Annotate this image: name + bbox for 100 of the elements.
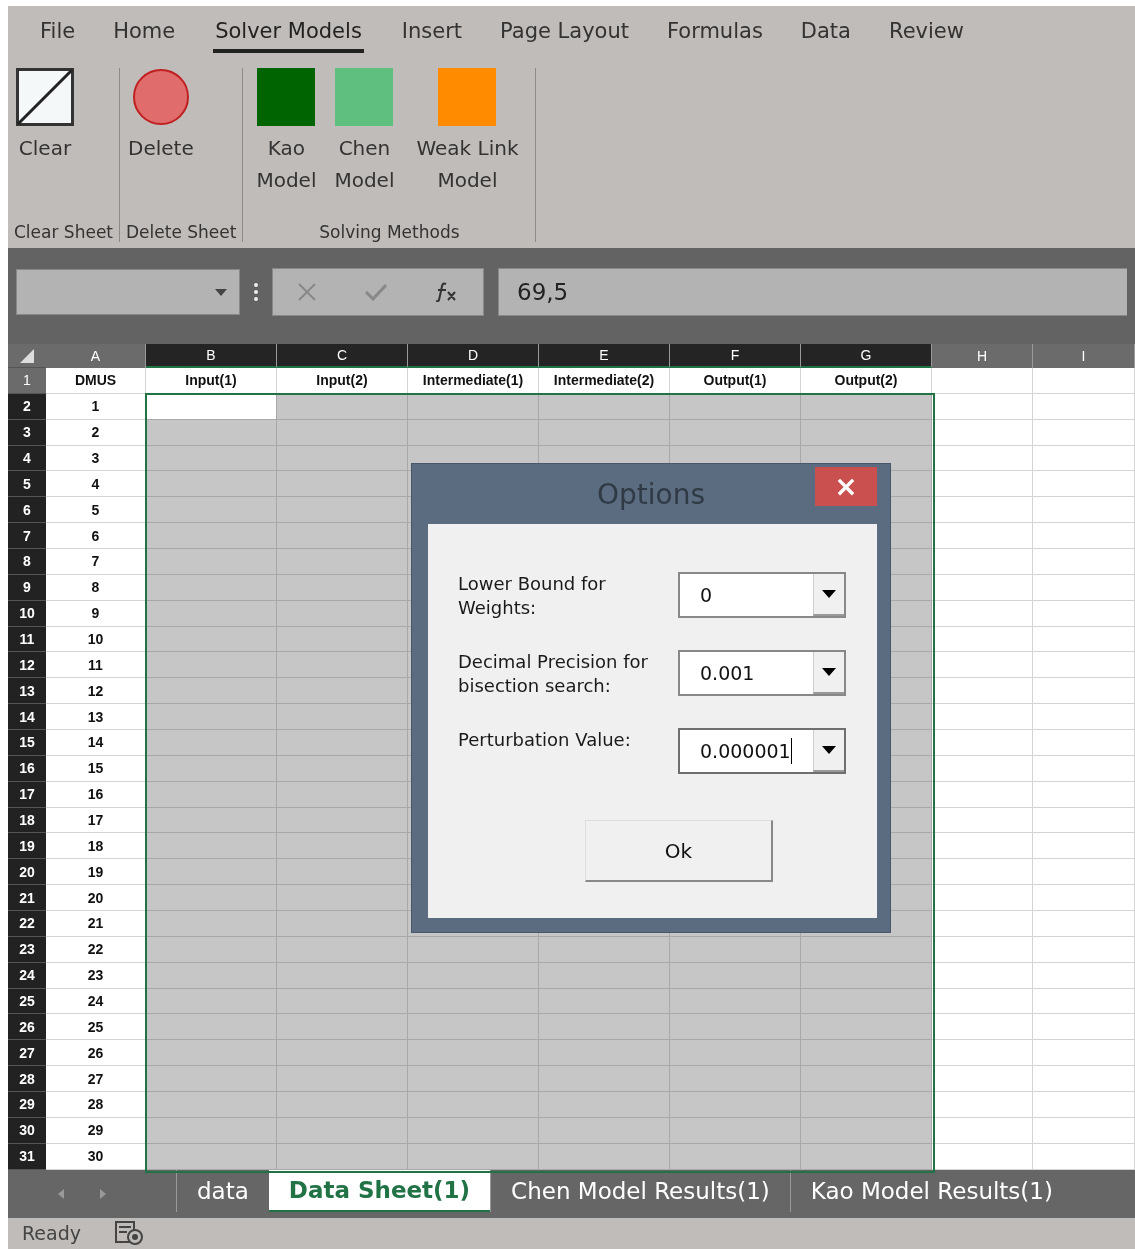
row-header[interactable]: 7 bbox=[8, 523, 46, 549]
sheet-tab[interactable]: Chen Model Results(1) bbox=[490, 1169, 790, 1212]
diagonal-box-icon bbox=[16, 68, 74, 126]
combo-field[interactable]: 0.001 bbox=[678, 650, 846, 696]
row-header[interactable]: 4 bbox=[8, 445, 46, 472]
row-header[interactable]: 15 bbox=[8, 730, 46, 756]
row-header[interactable]: 5 bbox=[8, 471, 46, 498]
dropdown-icon[interactable] bbox=[822, 590, 836, 598]
table-cell: 10 bbox=[46, 626, 146, 653]
row-header[interactable]: 30 bbox=[8, 1117, 46, 1144]
table-cell: 6 bbox=[46, 523, 146, 549]
field-label: Decimal Precision for bisection search: bbox=[458, 650, 649, 698]
group-label: Delete Sheet bbox=[125, 222, 238, 242]
row-header[interactable]: 26 bbox=[8, 1014, 46, 1041]
column-header[interactable]: I bbox=[1033, 344, 1135, 368]
row-header[interactable]: 1 bbox=[8, 368, 46, 394]
row-header[interactable]: 8 bbox=[8, 549, 46, 575]
dialog-title: Options bbox=[595, 478, 706, 511]
ok-button[interactable]: Ok bbox=[585, 820, 773, 882]
check-icon[interactable] bbox=[365, 283, 387, 301]
ribbon-tab[interactable]: Page Layout bbox=[484, 13, 651, 53]
row-header[interactable]: 16 bbox=[8, 755, 46, 782]
select-all-icon[interactable] bbox=[20, 348, 34, 363]
table-cell: Input(2) bbox=[277, 368, 408, 394]
row-header[interactable]: 25 bbox=[8, 988, 46, 1015]
more-options-icon[interactable] bbox=[254, 282, 258, 302]
row-header[interactable]: 28 bbox=[8, 1066, 46, 1093]
ribbon-tab[interactable]: Insert bbox=[385, 13, 485, 53]
table-cell: 23 bbox=[46, 962, 146, 989]
table-cell: 19 bbox=[46, 859, 146, 886]
table-cell: 22 bbox=[46, 936, 146, 963]
row-header[interactable]: 13 bbox=[8, 678, 46, 705]
table-cell: 8 bbox=[46, 574, 146, 601]
row-header[interactable]: 10 bbox=[8, 600, 46, 627]
ribbon-tab[interactable]: Formulas bbox=[650, 13, 785, 53]
row-header[interactable]: 31 bbox=[8, 1143, 46, 1170]
table-cell: Intermediate(1) bbox=[408, 368, 539, 394]
row-header[interactable]: 21 bbox=[8, 885, 46, 912]
row-header[interactable]: 12 bbox=[8, 652, 46, 679]
table-cell: 29 bbox=[46, 1117, 146, 1144]
combo-field[interactable]: 0 bbox=[678, 572, 846, 618]
column-header[interactable]: A bbox=[46, 344, 146, 368]
ribbon-tab[interactable]: Review bbox=[873, 13, 986, 53]
row-header[interactable]: 9 bbox=[8, 574, 46, 601]
sheet-tab[interactable]: Kao Model Results(1) bbox=[789, 1169, 1073, 1212]
row-header[interactable]: 18 bbox=[8, 807, 46, 834]
group-label: Solving Methods bbox=[318, 222, 461, 242]
macro-recording-icon[interactable] bbox=[115, 1221, 143, 1246]
row-header[interactable]: 29 bbox=[8, 1092, 46, 1118]
ribbon-button[interactable]: Weak Link Model bbox=[403, 68, 532, 222]
row-header[interactable]: 2 bbox=[8, 393, 46, 420]
ribbon-tab[interactable]: File bbox=[24, 13, 98, 53]
row-header[interactable]: 23 bbox=[8, 936, 46, 963]
row-header[interactable]: 20 bbox=[8, 859, 46, 886]
row-header[interactable]: 14 bbox=[8, 704, 46, 731]
function-icon[interactable] bbox=[436, 282, 459, 302]
field-label: Perturbation Value: bbox=[458, 728, 632, 752]
row-header[interactable]: 17 bbox=[8, 781, 46, 808]
formula-field[interactable]: 69,5 bbox=[498, 268, 1127, 316]
row-header[interactable]: 3 bbox=[8, 419, 46, 446]
ribbon-tab[interactable]: Data bbox=[784, 13, 873, 53]
row-header[interactable]: 24 bbox=[8, 962, 46, 989]
table-cell: 3 bbox=[46, 445, 146, 472]
table-cell: 15 bbox=[46, 755, 146, 782]
table-cell: 16 bbox=[46, 781, 146, 808]
column-header[interactable]: F bbox=[670, 344, 801, 368]
table-cell: 20 bbox=[46, 885, 146, 912]
table-cell: 21 bbox=[46, 911, 146, 937]
table-cell: Intermediate(2) bbox=[539, 368, 670, 394]
column-header[interactable]: H bbox=[932, 344, 1033, 368]
column-header[interactable]: B bbox=[146, 344, 277, 368]
column-header[interactable]: G bbox=[801, 344, 932, 368]
dropdown-icon[interactable] bbox=[822, 668, 836, 676]
ribbon-button[interactable]: Kao Model bbox=[247, 68, 326, 222]
combo-field[interactable]: 0.000001 bbox=[678, 728, 846, 774]
row-header[interactable]: 11 bbox=[8, 626, 46, 653]
table-cell: 5 bbox=[46, 497, 146, 524]
ribbon-button[interactable]: Delete bbox=[124, 68, 198, 222]
table-cell: 2 bbox=[46, 419, 146, 446]
sheet-tab[interactable]: Data Sheet(1) bbox=[268, 1169, 491, 1212]
table-cell: Output(2) bbox=[801, 368, 932, 394]
row-header[interactable]: 6 bbox=[8, 497, 46, 524]
column-header[interactable]: C bbox=[277, 344, 408, 368]
table-cell: 24 bbox=[46, 988, 146, 1015]
ribbon-button[interactable]: Clear bbox=[12, 68, 78, 222]
close-button[interactable]: × bbox=[815, 467, 877, 506]
ribbon-tab[interactable]: Home bbox=[97, 13, 198, 53]
ribbon-tab[interactable]: Solver Models bbox=[213, 13, 364, 53]
row-header[interactable]: 27 bbox=[8, 1040, 46, 1067]
table-cell: 13 bbox=[46, 704, 146, 731]
column-header[interactable]: E bbox=[539, 344, 670, 368]
column-header[interactable]: D bbox=[408, 344, 539, 368]
table-cell: DMUS bbox=[46, 368, 146, 394]
row-header[interactable]: 22 bbox=[8, 911, 46, 937]
table-cell: 7 bbox=[46, 549, 146, 575]
ribbon-button[interactable]: Chen Model bbox=[325, 68, 404, 222]
sheet-tab[interactable]: data bbox=[176, 1169, 269, 1212]
row-header[interactable]: 19 bbox=[8, 833, 46, 860]
table-cell: Output(1) bbox=[670, 368, 801, 394]
table-cell: 17 bbox=[46, 807, 146, 834]
